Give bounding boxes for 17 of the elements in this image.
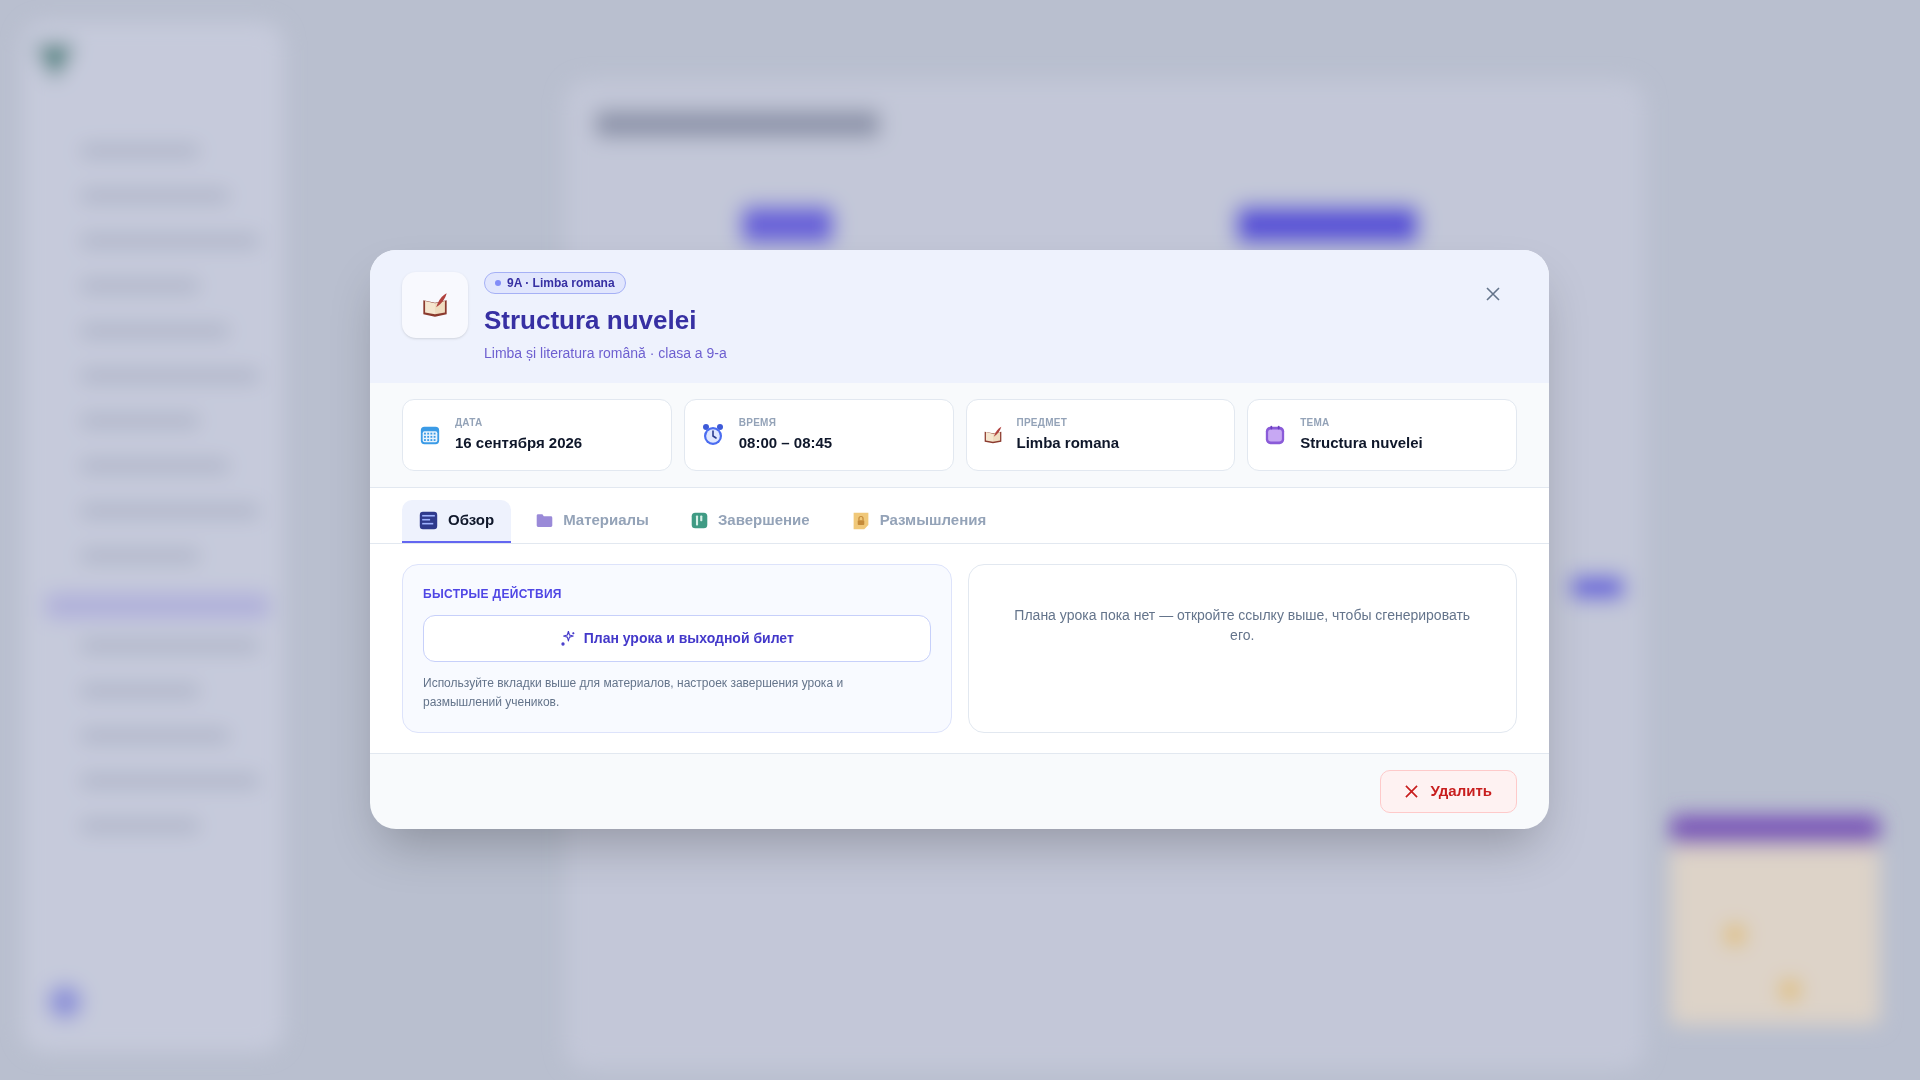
empty-plan-message: Плана урока пока нет — откройте ссылку выше, чтобы сгенерировать его. (1013, 606, 1472, 645)
info-label: ДАТА (455, 416, 484, 431)
info-value: 16 сентября 2026 (455, 433, 583, 454)
lesson-subtitle: Limba și literatura română · clasa a 9-a (484, 343, 727, 363)
info-value: Limba romana (1016, 433, 1120, 454)
lesson-title: Structura nuvelei (484, 304, 698, 337)
delete-button[interactable]: Удалить (1380, 770, 1517, 813)
info-label: ТЕМА (1300, 416, 1331, 431)
section-heading: БЫСТРЫЕ ДЕЙСТВИЯ (423, 585, 563, 603)
info-value: 08:00 – 08:45 (738, 433, 833, 454)
info-label: ПРЕДМЕТ (1016, 416, 1068, 431)
hint-text: Используйте вкладки выше для материалов, настроек завершения урока и размышлений учеников. (423, 675, 845, 711)
tab[interactable]: Обзор (402, 500, 512, 543)
info-label: ВРЕМЯ (738, 416, 778, 431)
class-badge: 9A · Limba romana (484, 272, 626, 294)
info-value: Structura nuvelei (1300, 433, 1423, 454)
lesson-plan-button[interactable]: План урока и выходной билет (423, 615, 931, 662)
